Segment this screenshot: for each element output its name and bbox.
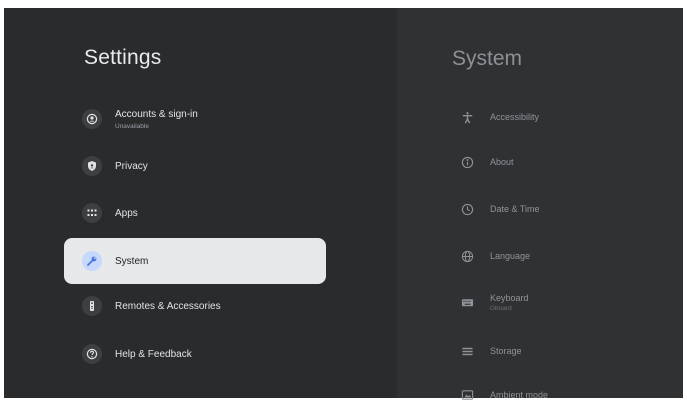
help-icon: [82, 344, 102, 364]
clock-icon: [460, 202, 474, 216]
settings-item-system[interactable]: System: [64, 238, 326, 284]
settings-item-accounts[interactable]: Accounts & sign-in Unavailable: [64, 96, 326, 142]
system-item-label: Date & Time: [490, 204, 540, 214]
settings-item-apps[interactable]: Apps: [64, 190, 326, 236]
settings-item-help[interactable]: Help & Feedback: [64, 331, 326, 377]
globe-icon: [460, 249, 474, 263]
settings-title: Settings: [84, 46, 162, 69]
settings-item-remotes[interactable]: Remotes & Accessories: [64, 283, 326, 329]
apps-grid-icon: [82, 203, 102, 223]
system-item-ambient-mode[interactable]: Ambient mode: [455, 380, 675, 410]
settings-item-sublabel: Unavailable: [115, 122, 149, 130]
settings-item-privacy[interactable]: Privacy: [64, 143, 326, 189]
settings-item-label: Privacy: [115, 160, 148, 172]
settings-item-label: Accounts & sign-in: [115, 108, 198, 120]
remote-icon: [82, 296, 102, 316]
shield-icon: [82, 156, 102, 176]
system-item-sublabel: Gboard: [490, 304, 512, 312]
system-item-language[interactable]: Language: [455, 241, 675, 271]
system-item-label: Accessibility: [490, 112, 540, 122]
ambient-mode-icon: [460, 388, 474, 402]
accessibility-icon: [460, 110, 474, 124]
system-item-label: Language: [490, 251, 531, 261]
system-item-date-time[interactable]: Date & Time: [455, 194, 675, 224]
system-item-about[interactable]: About: [455, 147, 675, 177]
account-icon: [82, 109, 102, 129]
keyboard-icon: [460, 295, 474, 309]
system-title: System: [452, 47, 523, 70]
system-item-label: Storage: [490, 346, 522, 356]
wrench-icon: [82, 251, 102, 271]
settings-item-label: Apps: [115, 207, 138, 219]
system-item-label: Keyboard: [490, 292, 529, 303]
system-item-accessibility[interactable]: Accessibility: [455, 102, 675, 132]
settings-item-label: System: [115, 255, 149, 267]
info-icon: [460, 155, 474, 169]
settings-item-label: Remotes & Accessories: [115, 300, 221, 312]
system-item-label: About: [490, 157, 514, 167]
system-item-label: Ambient mode: [490, 390, 549, 400]
storage-icon: [460, 344, 474, 358]
system-item-storage[interactable]: Storage: [455, 336, 675, 366]
system-item-keyboard[interactable]: Keyboard Gboard: [455, 287, 675, 317]
settings-item-label: Help & Feedback: [115, 348, 192, 360]
